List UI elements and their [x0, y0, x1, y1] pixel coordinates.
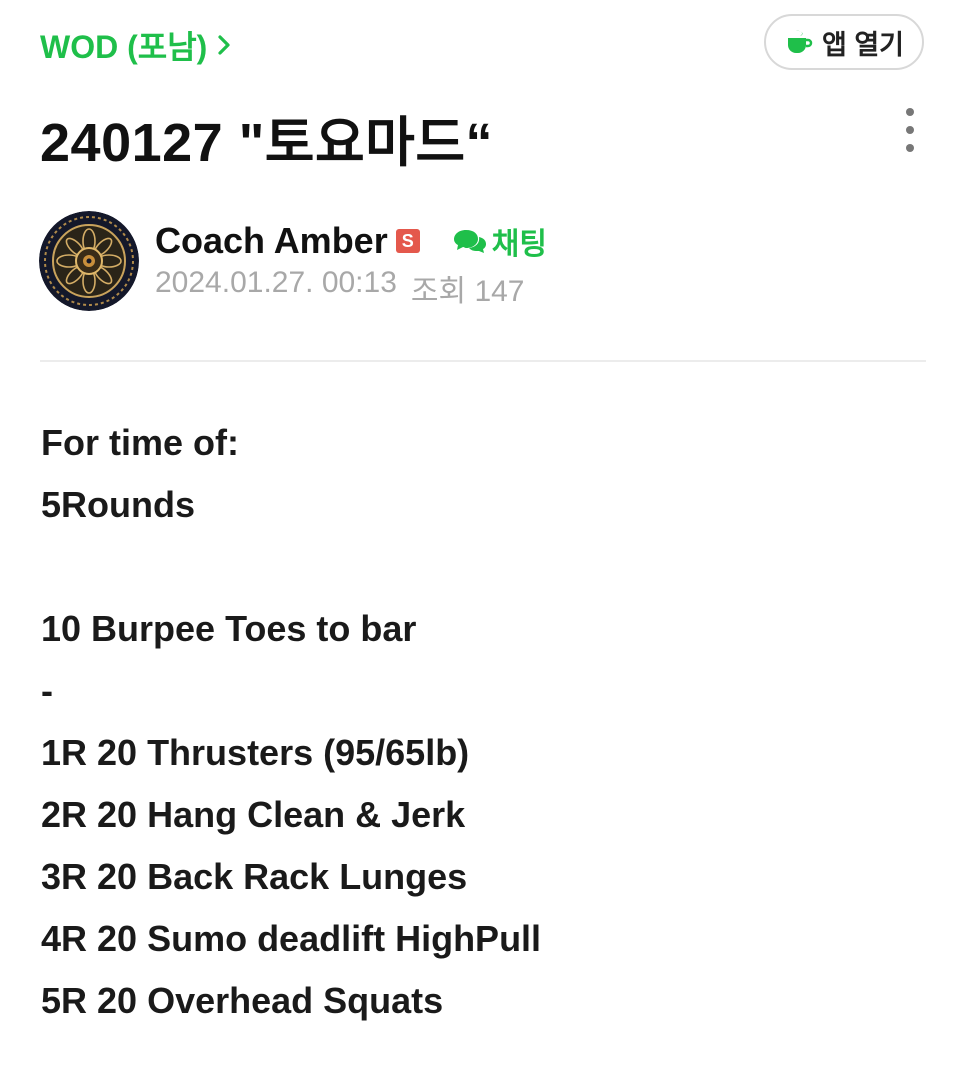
body-line: 2R 20 Hang Clean & Jerk [41, 794, 466, 835]
post-date: 2024.01.27. 00:13 [155, 266, 397, 299]
views-group: 조회 147 [411, 266, 525, 310]
body-line [41, 536, 541, 598]
divider [40, 360, 926, 362]
avatar[interactable] [39, 211, 139, 311]
views-label: 조회 [410, 275, 467, 308]
open-app-label: 앱 열기 [821, 29, 905, 60]
post-title: 240127 "토요마드“ [40, 113, 494, 173]
chat-label: 채팅 [491, 228, 547, 261]
more-vertical-icon [906, 108, 914, 116]
cafe-board-link[interactable]: WOD (포남) [40, 22, 231, 68]
cafe-board-label: WOD (포남) [40, 29, 208, 65]
post-meta: 2024.01.27. 00:13 조회 147 [155, 266, 525, 310]
author-name[interactable]: Coach Amber [155, 220, 388, 262]
body-line: 5R 20 Overhead Squats [41, 980, 444, 1021]
views-count: 147 [474, 275, 525, 308]
body-line: 4R 20 Sumo deadlift HighPull [41, 918, 542, 959]
mandala-avatar [39, 211, 139, 311]
more-vertical-icon-dot [906, 144, 914, 152]
body-line: - [41, 670, 53, 711]
body-line: 1R 20 Thrusters (95/65lb) [41, 732, 470, 773]
body-line: 5Rounds [41, 484, 196, 525]
open-app-button[interactable]: 앱 열기 [764, 14, 924, 70]
staff-badge: S [395, 229, 420, 253]
chat-button[interactable]: 채팅 [452, 219, 547, 263]
more-options-button[interactable] [897, 108, 923, 152]
coffee-cup-icon [787, 30, 813, 53]
body-line: 3R 20 Back Rack Lunges [41, 856, 468, 897]
chevron-right-icon [218, 35, 230, 55]
author-row: Coach Amber S 채팅 [155, 218, 547, 264]
chat-bubble-icon [453, 230, 486, 253]
more-vertical-icon-dot [906, 126, 914, 134]
body-line: For time of: [41, 422, 239, 463]
top-bar: WOD (포남) 앱 열기 [0, 0, 966, 90]
body-line: 10 Burpee Toes to bar [41, 608, 417, 649]
post-body: For time of: 5Rounds 10 Burpee Toes to b… [41, 412, 541, 1032]
